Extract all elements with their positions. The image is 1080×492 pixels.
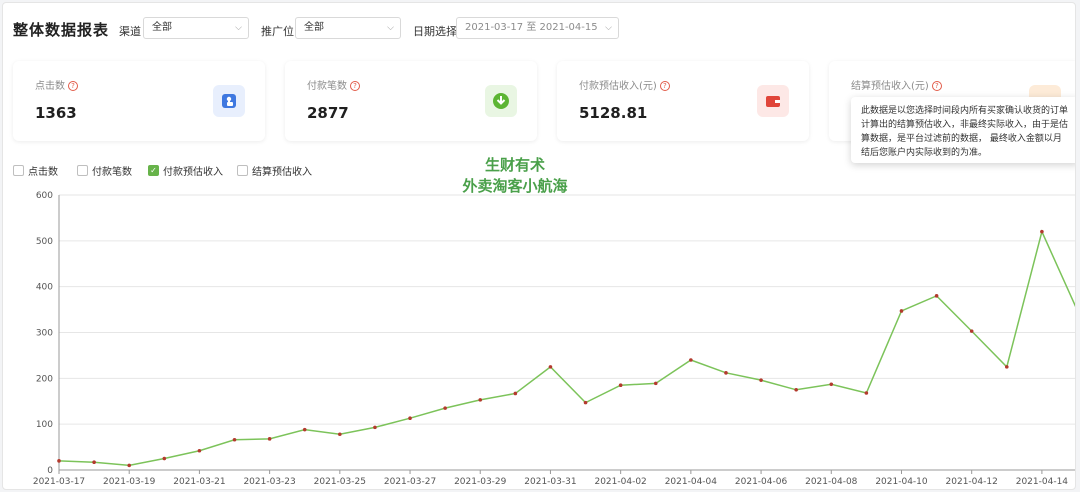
watermark: 生财有术 外卖淘客小航海 — [455, 155, 575, 197]
x-tick-label: 2021-04-14 — [1016, 477, 1069, 487]
data-point[interactable] — [162, 456, 167, 461]
data-point[interactable] — [934, 294, 939, 298]
watermark-line2: 外卖淘客小航海 — [462, 177, 568, 195]
data-point[interactable] — [443, 406, 447, 410]
data-point[interactable] — [829, 382, 834, 387]
report-panel: 整体数据报表 渠道 全部 ⌵ 推广位 全部 ⌵ 日期选择 2021-03-17 … — [2, 2, 1076, 490]
x-tick-label: 2021-03-29 — [454, 477, 507, 487]
y-tick-label: 100 — [36, 420, 53, 430]
y-tick-label: 600 — [36, 191, 53, 201]
x-tick-label: 2021-04-10 — [875, 477, 928, 487]
x-tick-label: 2021-03-25 — [314, 477, 366, 487]
data-point[interactable] — [864, 391, 869, 395]
data-point[interactable] — [57, 459, 61, 463]
x-tick-label: 2021-04-06 — [735, 477, 788, 487]
y-tick-label: 500 — [36, 237, 53, 247]
x-tick-label: 2021-04-04 — [665, 477, 718, 487]
x-tick-label: 2021-04-08 — [805, 477, 858, 487]
data-point[interactable] — [127, 463, 132, 468]
data-point[interactable] — [583, 400, 588, 405]
income-line-chart: 0 100 200 300 400 500 600 2021-03-17 2021-03-19 2… — [33, 191, 1076, 487]
data-point[interactable] — [689, 358, 693, 362]
x-tick-label: 2021-03-19 — [103, 477, 156, 487]
data-point[interactable] — [724, 371, 728, 375]
data-point[interactable] — [969, 329, 974, 333]
y-tick-label: 400 — [36, 283, 53, 293]
data-point[interactable] — [653, 381, 658, 386]
series-line — [58, 229, 1075, 467]
data-point[interactable] — [302, 427, 307, 432]
data-point[interactable] — [478, 398, 483, 402]
x-tick-label: 2021-03-21 — [173, 477, 225, 487]
data-point[interactable] — [1040, 229, 1044, 234]
data-point[interactable] — [232, 437, 237, 442]
data-point[interactable] — [197, 448, 202, 453]
x-tick-label: 2021-03-23 — [243, 477, 295, 487]
data-point[interactable] — [794, 387, 798, 392]
data-point[interactable] — [338, 432, 342, 437]
y-tick-label: 300 — [36, 329, 53, 339]
settle-income-tooltip: 此数据是以您选择时间段内所有买家确认收货的订单计算出的结算预估收入，非最终实际收… — [851, 97, 1075, 163]
data-point[interactable] — [618, 383, 623, 388]
data-point[interactable] — [1004, 365, 1009, 369]
data-point[interactable] — [92, 460, 96, 465]
data-point[interactable] — [548, 365, 553, 369]
data-point[interactable] — [373, 425, 377, 430]
x-tick-label: 2021-03-17 — [33, 477, 85, 487]
x-tick-label: 2021-03-31 — [524, 477, 576, 487]
x-tick-label: 2021-04-12 — [946, 477, 998, 487]
x-tick-label: 2021-03-27 — [384, 477, 436, 487]
y-tick-label: 0 — [47, 466, 53, 476]
y-tick-label: 200 — [36, 374, 53, 384]
data-point[interactable] — [267, 437, 272, 441]
data-point[interactable] — [899, 309, 904, 313]
data-point[interactable] — [1075, 308, 1076, 312]
x-tick-label: 2021-04-02 — [594, 477, 646, 487]
watermark-line1: 生财有术 — [484, 156, 545, 174]
data-point[interactable] — [408, 416, 412, 421]
data-point[interactable] — [759, 378, 763, 382]
data-point[interactable] — [513, 391, 518, 396]
